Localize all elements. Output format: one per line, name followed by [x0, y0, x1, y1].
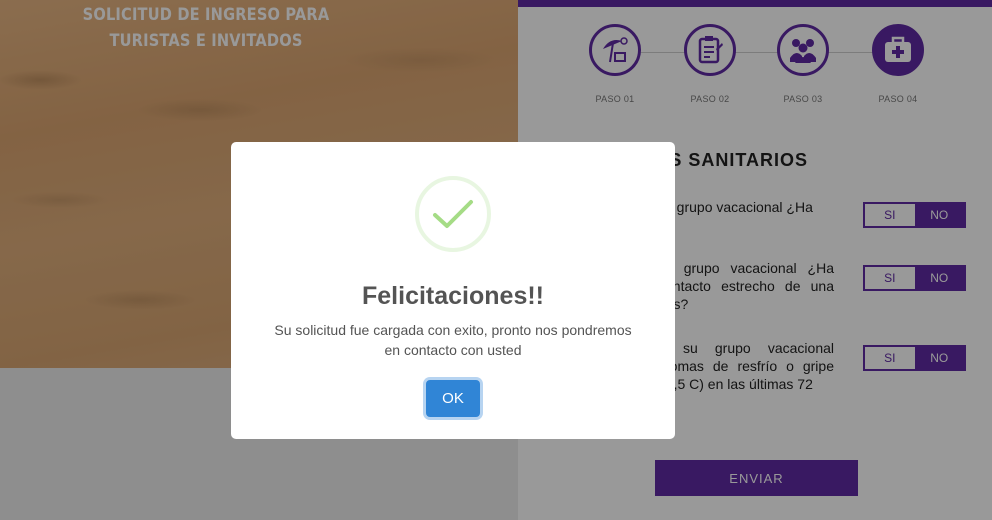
ok-button[interactable]: OK: [426, 380, 480, 417]
dialog-title: Felicitaciones!!: [362, 282, 544, 310]
dialog-message: Su solicitud fue cargada con exito, pron…: [274, 322, 632, 358]
success-check-icon: [415, 176, 491, 252]
success-dialog: Felicitaciones!! Su solicitud fue cargad…: [231, 142, 675, 439]
